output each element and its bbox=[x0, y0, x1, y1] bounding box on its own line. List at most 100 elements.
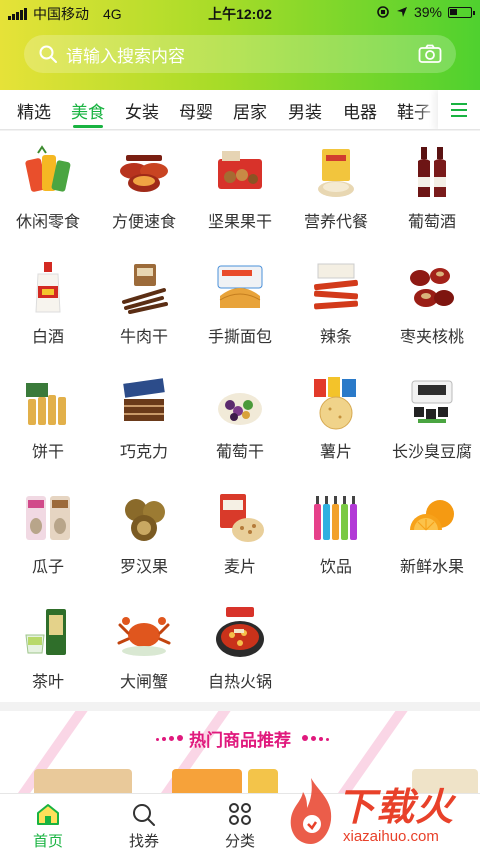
category-tabs: 精选 美食 女装 母婴 居家 男装 电器 鞋子 bbox=[0, 90, 480, 130]
search-bar[interactable]: 请输入搜索内容 bbox=[24, 35, 456, 73]
category-icon bbox=[229, 803, 251, 825]
nav-label: 分类 bbox=[224, 833, 255, 850]
crab-icon bbox=[117, 617, 171, 656]
menu-icon bbox=[451, 103, 467, 117]
search-icon bbox=[39, 45, 57, 63]
tea-icon bbox=[25, 609, 66, 655]
category-label: 麦片 bbox=[223, 559, 256, 576]
category-label: 枣夹核桃 bbox=[399, 329, 464, 346]
home-icon bbox=[37, 804, 59, 825]
chips-icon bbox=[314, 377, 356, 430]
tab-featured[interactable]: 精选 bbox=[17, 98, 51, 123]
active-tab-indicator bbox=[73, 125, 103, 128]
category-tea[interactable]: 茶叶 bbox=[0, 591, 96, 706]
category-label: 葡萄干 bbox=[215, 444, 264, 461]
monk-fruit-icon bbox=[125, 499, 165, 541]
tabs-menu-button[interactable] bbox=[438, 90, 480, 129]
category-wine[interactable]: 葡萄酒 bbox=[384, 131, 480, 246]
battery-percent: 39% bbox=[413, 4, 442, 20]
stinky-tofu-icon bbox=[411, 380, 453, 423]
orientation-lock-icon bbox=[377, 6, 389, 18]
category-oatmeal[interactable]: 麦片 bbox=[192, 476, 288, 591]
tab-womens-clothing[interactable]: 女装 bbox=[125, 98, 159, 123]
status-bar: 中国移动 4G 上午12:02 39% bbox=[0, 0, 480, 26]
category-nuts[interactable]: 坚果果干 bbox=[192, 131, 288, 246]
watermark-url: xiazaihuo.com bbox=[343, 828, 439, 845]
beef-jerky-icon bbox=[122, 264, 168, 314]
category-baijiu[interactable]: 白酒 bbox=[0, 246, 96, 361]
hotpot-icon bbox=[216, 607, 264, 657]
category-sunflower-seeds[interactable]: 瓜子 bbox=[0, 476, 96, 591]
dates-walnut-icon bbox=[410, 268, 454, 307]
meal-replacement-icon bbox=[318, 149, 354, 197]
category-label: 大闸蟹 bbox=[119, 674, 168, 691]
category-fresh-fruit[interactable]: 新鲜水果 bbox=[384, 476, 480, 591]
category-label: 饼干 bbox=[31, 444, 64, 461]
tab-home[interactable]: 居家 bbox=[233, 98, 267, 123]
category-label: 手撕面包 bbox=[207, 329, 272, 346]
tab-baby[interactable]: 母婴 bbox=[179, 98, 213, 123]
category-drinks[interactable]: 饮品 bbox=[288, 476, 384, 591]
category-monk-fruit[interactable]: 罗汉果 bbox=[96, 476, 192, 591]
category-chocolate[interactable]: 巧克力 bbox=[96, 361, 192, 476]
tab-mens-clothing[interactable]: 男装 bbox=[288, 98, 322, 123]
category-label: 辣条 bbox=[319, 329, 352, 346]
flame-logo-icon bbox=[290, 778, 332, 844]
watermark: 下载火 xiazaihuo.com bbox=[285, 770, 480, 853]
category-label: 长沙臭豆腐 bbox=[391, 444, 472, 461]
category-label: 薯片 bbox=[319, 444, 352, 461]
category-label: 罗汉果 bbox=[119, 559, 168, 576]
category-dates-walnut[interactable]: 枣夹核桃 bbox=[384, 246, 480, 361]
category-label: 自热火锅 bbox=[207, 674, 272, 691]
category-label: 营养代餐 bbox=[303, 214, 368, 231]
nav-categories[interactable]: 分类 bbox=[192, 794, 288, 853]
oatmeal-icon bbox=[220, 494, 264, 542]
nav-find-coupons[interactable]: 找券 bbox=[96, 794, 192, 853]
camera-icon[interactable] bbox=[418, 44, 442, 64]
category-label: 坚果果干 bbox=[207, 214, 272, 231]
watermark-brand: 下载火 bbox=[337, 787, 455, 829]
category-label: 巧克力 bbox=[119, 444, 168, 461]
battery-icon bbox=[448, 6, 475, 18]
search-coupon-icon bbox=[133, 804, 155, 826]
category-label: 葡萄酒 bbox=[407, 214, 456, 231]
nav-label: 找券 bbox=[128, 833, 159, 850]
category-chips[interactable]: 薯片 bbox=[288, 361, 384, 476]
category-grid: 休闲零食 方便速食 坚果果干 营养代餐 葡萄酒 白酒 牛肉干 手撕面包 辣条 枣… bbox=[0, 131, 480, 702]
nuts-icon bbox=[218, 151, 262, 189]
category-bread[interactable]: 手撕面包 bbox=[192, 246, 288, 361]
drinks-icon bbox=[314, 496, 357, 540]
search-placeholder[interactable]: 请输入搜索内容 bbox=[66, 42, 418, 67]
category-instant-food[interactable]: 方便速食 bbox=[96, 131, 192, 246]
category-label: 休闲零食 bbox=[15, 214, 80, 231]
category-snacks[interactable]: 休闲零食 bbox=[0, 131, 96, 246]
category-biscuits[interactable]: 饼干 bbox=[0, 361, 96, 476]
raisin-icon bbox=[218, 393, 262, 425]
category-label: 方便速食 bbox=[111, 214, 176, 231]
tab-electronics[interactable]: 电器 bbox=[343, 98, 377, 123]
category-label: 牛肉干 bbox=[119, 329, 168, 346]
nav-label: 首页 bbox=[32, 833, 63, 850]
nav-home[interactable]: 首页 bbox=[0, 794, 96, 853]
header: 中国移动 4G 上午12:02 39% 请输入搜索内容 bbox=[0, 0, 480, 90]
category-label: 饮品 bbox=[319, 559, 352, 576]
biscuit-icon bbox=[26, 383, 66, 425]
category-stinky-tofu[interactable]: 长沙臭豆腐 bbox=[384, 361, 480, 476]
instant-noodles-icon bbox=[120, 155, 168, 192]
category-spicy-strips[interactable]: 辣条 bbox=[288, 246, 384, 361]
category-meal-replacement[interactable]: 营养代餐 bbox=[288, 131, 384, 246]
sunflower-seeds-icon bbox=[26, 496, 70, 540]
tab-food[interactable]: 美食 bbox=[71, 98, 105, 123]
category-label: 瓜子 bbox=[31, 559, 64, 576]
orange-icon bbox=[410, 500, 454, 531]
tabs-fade bbox=[416, 90, 440, 129]
category-label: 白酒 bbox=[31, 329, 64, 346]
category-hairy-crab[interactable]: 大闸蟹 bbox=[96, 591, 192, 706]
category-self-heating-hotpot[interactable]: 自热火锅 bbox=[192, 591, 288, 706]
spicy-strips-icon bbox=[313, 263, 359, 310]
wine-icon bbox=[418, 147, 446, 197]
category-label: 新鲜水果 bbox=[399, 559, 464, 576]
category-raisins[interactable]: 葡萄干 bbox=[192, 361, 288, 476]
location-icon bbox=[396, 7, 407, 17]
category-beef-jerky[interactable]: 牛肉干 bbox=[96, 246, 192, 361]
